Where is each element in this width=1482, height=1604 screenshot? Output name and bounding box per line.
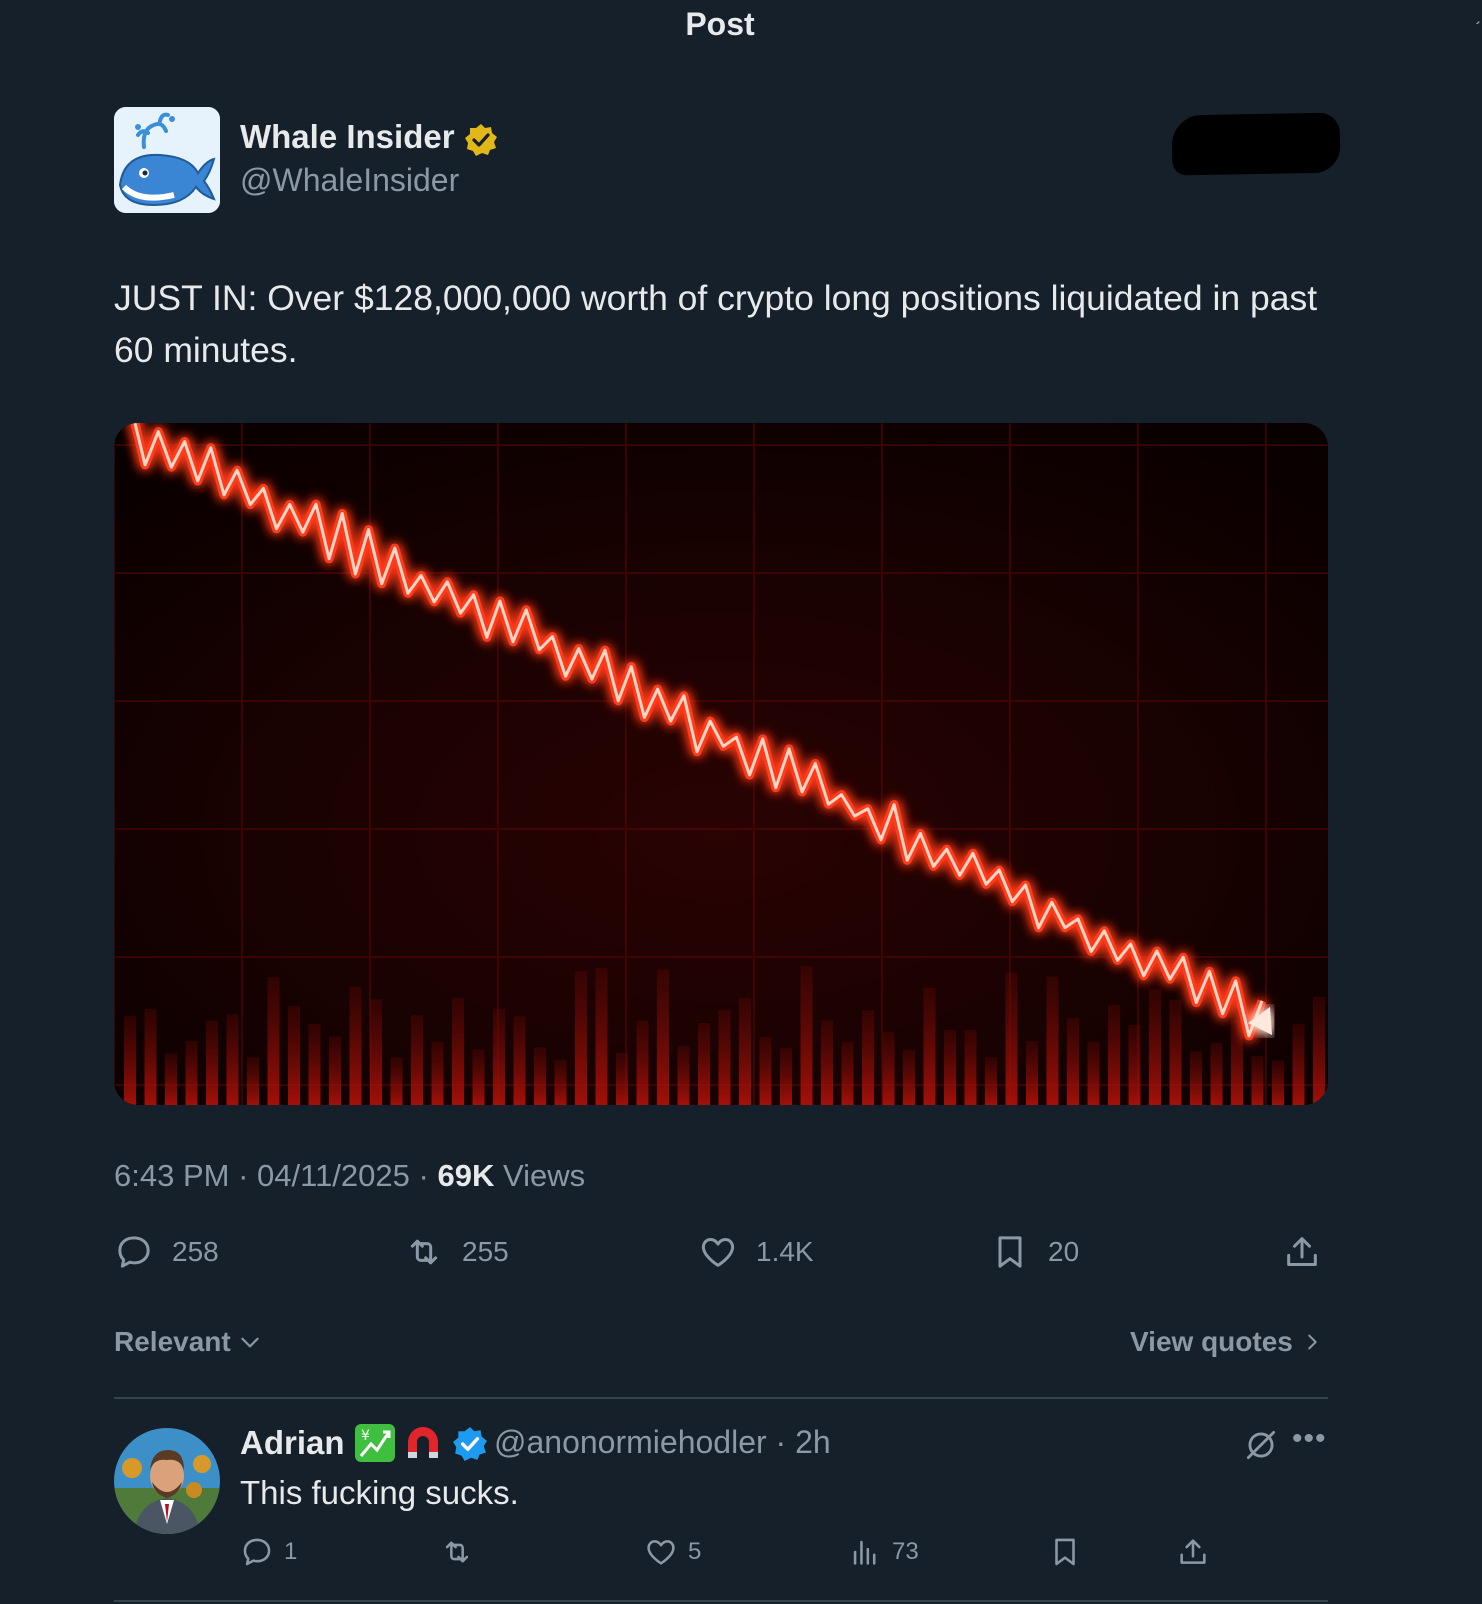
reply-repost-button[interactable] [440, 1535, 474, 1569]
reply-avatar[interactable] [114, 1428, 220, 1534]
more-options-icon[interactable]: ••• [1292, 1422, 1327, 1456]
tweet-text: JUST IN: Over $128,000,000 worth of cryp… [114, 278, 1318, 370]
page-title: Post [685, 6, 755, 42]
views-count: 69K [437, 1158, 495, 1193]
reply-count: 258 [172, 1236, 219, 1267]
tweet-time[interactable]: 6:43 PM [114, 1158, 229, 1193]
separator: · [418, 1158, 429, 1193]
sort-dropdown[interactable]: Relevant [114, 1326, 263, 1358]
chart-emoji-icon: ¥ [355, 1424, 395, 1462]
share-button[interactable] [1282, 1232, 1322, 1272]
repost-icon [410, 1239, 438, 1265]
magnet-icon [402, 1424, 444, 1462]
divider [114, 1397, 1328, 1399]
reply-icon [243, 1538, 271, 1566]
views-label: Views [502, 1158, 586, 1193]
share-icon [1287, 1237, 1317, 1266]
view-quotes-label: View quotes [1130, 1326, 1293, 1357]
divider [114, 1600, 1328, 1602]
reply-reply-count: 1 [284, 1538, 298, 1565]
bookmark-icon [998, 1236, 1022, 1268]
like-button[interactable]: 1.4K [698, 1232, 814, 1272]
falling-chart-image[interactable] [114, 423, 1328, 1105]
author-handle[interactable]: @WhaleInsider [240, 162, 459, 199]
like-count: 1.4K [756, 1236, 814, 1267]
reply-views-count: 73 [892, 1538, 919, 1565]
repost-count: 255 [462, 1236, 509, 1267]
reply-handle-time[interactable]: @anonormiehodler · 2h [494, 1424, 831, 1461]
reply-like-button[interactable]: 5 [644, 1535, 701, 1569]
chevron-down-icon [241, 1337, 259, 1348]
bookmark-icon [1055, 1538, 1075, 1566]
verified-badge-icon [452, 1426, 488, 1462]
separator: · [238, 1158, 249, 1193]
bookmark-button[interactable]: 20 [990, 1232, 1079, 1272]
reply-icon [118, 1236, 150, 1268]
svg-text:¥: ¥ [361, 1428, 370, 1444]
cropped-edge-icon: ‹ [1474, 14, 1482, 24]
verified-badge-icon [464, 123, 498, 157]
bookmark-count: 20 [1048, 1236, 1080, 1267]
reply-button[interactable]: 258 [114, 1232, 219, 1272]
sort-label: Relevant [114, 1326, 231, 1357]
tweet-date[interactable]: 04/11/2025 [257, 1158, 410, 1193]
reply-share-button[interactable] [1176, 1535, 1210, 1569]
redaction-mark [1171, 112, 1341, 176]
share-icon [1180, 1539, 1206, 1564]
chevron-right-icon [1308, 1334, 1317, 1350]
author-name[interactable]: Whale Insider [240, 118, 455, 156]
whale-icon [114, 107, 220, 213]
heart-icon [701, 1238, 735, 1267]
repost-icon [445, 1541, 469, 1563]
reply-author-name[interactable]: Adrian [240, 1424, 345, 1462]
view-quotes-link[interactable]: View quotes [1130, 1326, 1323, 1358]
reply-reply-button[interactable]: 1 [240, 1535, 297, 1569]
grok-icon[interactable] [1242, 1426, 1280, 1464]
reply-bookmark-button[interactable] [1048, 1535, 1082, 1569]
reply-views-button[interactable]: 73 [848, 1535, 919, 1569]
reply-like-count: 5 [688, 1538, 702, 1565]
reply-text: This fucking sucks. [240, 1474, 519, 1511]
repost-button[interactable]: 255 [404, 1232, 509, 1272]
tweet-meta: 6:43 PM · 04/11/2025 · 69K Views [114, 1158, 585, 1194]
heart-icon [647, 1540, 675, 1565]
author-avatar[interactable] [114, 107, 220, 213]
views-chart-icon [853, 1540, 876, 1565]
